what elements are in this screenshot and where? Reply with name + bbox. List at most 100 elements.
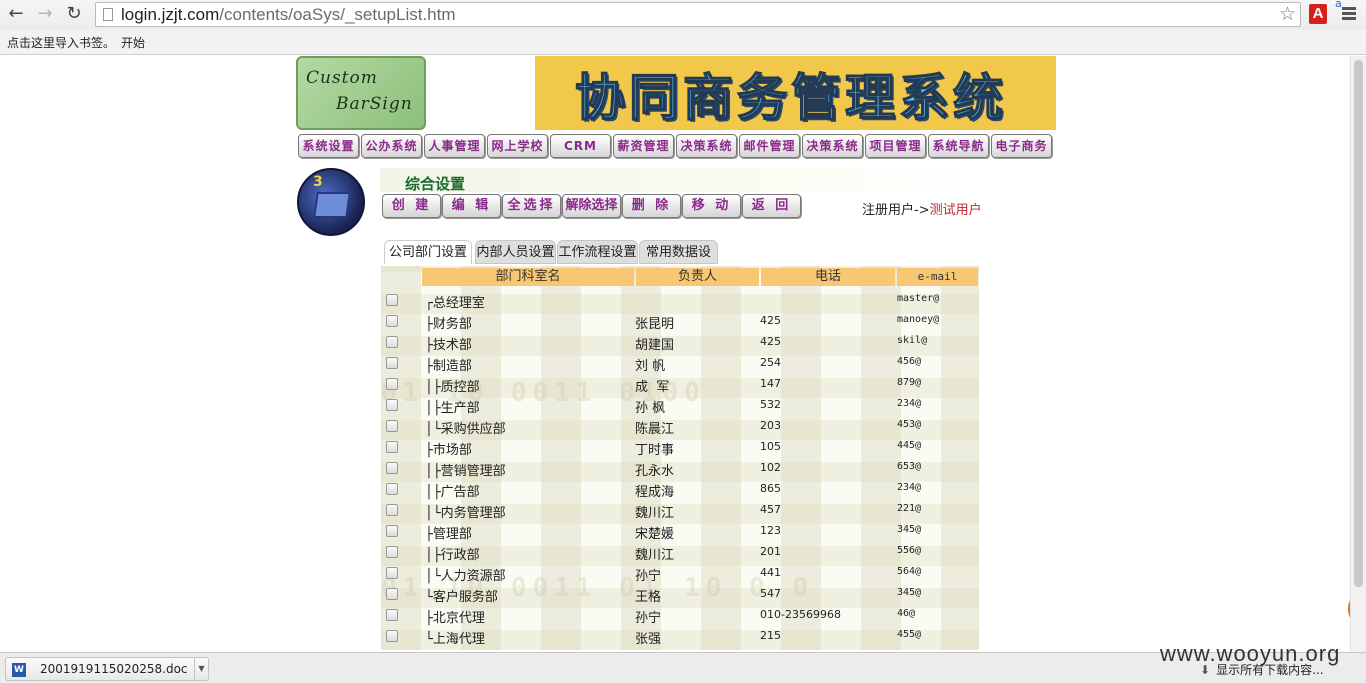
module-button[interactable]: 人事管理 bbox=[424, 134, 485, 158]
dept-name-cell[interactable]: └上海代理 bbox=[425, 628, 485, 647]
create-button[interactable]: 创 建 bbox=[382, 194, 441, 218]
row-checkbox[interactable] bbox=[386, 609, 398, 621]
dept-name-cell[interactable]: │├营销管理部 bbox=[425, 460, 506, 479]
forward-arrow-icon[interactable]: → bbox=[34, 3, 56, 25]
tab-staff[interactable]: 内部人员设置 bbox=[475, 240, 556, 264]
dept-name-cell[interactable]: ├财务部 bbox=[425, 313, 472, 332]
department-table: 01 10 0011 0100 01 10 0011 01 10 0 0 部门科… bbox=[381, 266, 979, 650]
phone-cell: 547 bbox=[760, 587, 781, 600]
row-checkbox[interactable] bbox=[386, 315, 398, 327]
module-button[interactable]: 决策系统 bbox=[802, 134, 863, 158]
current-user: 注册用户->测试用户 bbox=[862, 199, 982, 218]
import-bookmarks-link[interactable]: 点击这里导入书签。 bbox=[7, 34, 115, 51]
back-arrow-icon[interactable]: ← bbox=[5, 3, 27, 25]
dept-name-cell[interactable]: │└内务管理部 bbox=[425, 502, 506, 521]
tab-common-data[interactable]: 常用数据设置 bbox=[639, 240, 718, 284]
module-button[interactable]: 网上学校 bbox=[487, 134, 548, 158]
row-checkbox[interactable] bbox=[386, 630, 398, 642]
owner-cell: 孙宁 bbox=[635, 569, 662, 584]
row-checkbox[interactable] bbox=[386, 483, 398, 495]
email-cell: 455@ bbox=[897, 629, 922, 640]
start-link[interactable]: 开始 bbox=[121, 34, 145, 51]
table-row: ├市场部 丁时事 105 445@ bbox=[381, 437, 979, 458]
extension-sub-icon[interactable]: a bbox=[1335, 0, 1342, 10]
phone-cell: 147 bbox=[760, 377, 781, 390]
column-header-email[interactable]: e-mail bbox=[897, 268, 978, 286]
owner-cell: 程成海 bbox=[635, 485, 675, 500]
row-checkbox[interactable] bbox=[386, 399, 398, 411]
move-button[interactable]: 移 动 bbox=[682, 194, 741, 218]
menu-icon[interactable] bbox=[1342, 7, 1356, 22]
row-checkbox[interactable] bbox=[386, 588, 398, 600]
table-row: │└人力资源部 孙宁 441 564@ bbox=[381, 563, 979, 584]
address-bar[interactable]: login.jzjt.com/contents/oaSys/_setupList… bbox=[95, 2, 1301, 27]
user-name[interactable]: 测试用户 bbox=[930, 203, 982, 218]
owner-cell: 陈晨江 bbox=[635, 422, 675, 437]
download-item[interactable]: W 2001919115020258.doc ▼ bbox=[5, 657, 209, 681]
row-checkbox[interactable] bbox=[386, 378, 398, 390]
chevron-down-icon[interactable]: ▼ bbox=[194, 658, 208, 680]
show-all-downloads-link[interactable]: ⬇ 显示所有下载内容... bbox=[1200, 661, 1324, 678]
column-header-owner[interactable]: 负责人 bbox=[636, 268, 759, 286]
column-header-phone[interactable]: 电话 bbox=[761, 268, 895, 286]
monitor-icon bbox=[313, 192, 351, 218]
dept-name-cell[interactable]: ├市场部 bbox=[425, 439, 472, 458]
acrobat-extension-icon[interactable]: A bbox=[1309, 4, 1327, 24]
row-checkbox[interactable] bbox=[386, 525, 398, 537]
module-button[interactable]: 系统设置 bbox=[298, 134, 359, 158]
row-checkbox[interactable] bbox=[386, 336, 398, 348]
dept-name-cell[interactable]: │├生产部 bbox=[425, 397, 480, 416]
reload-icon[interactable]: ↻ bbox=[63, 3, 85, 25]
scrollbar-thumb[interactable] bbox=[1354, 60, 1363, 587]
dept-name-cell[interactable]: ├管理部 bbox=[425, 523, 472, 542]
url-text: login.jzjt.com/contents/oaSys/_setupList… bbox=[121, 5, 456, 25]
row-checkbox[interactable] bbox=[386, 546, 398, 558]
dept-name-cell[interactable]: │├广告部 bbox=[425, 481, 480, 500]
bookmark-star-icon[interactable]: ☆ bbox=[1279, 3, 1296, 25]
module-button[interactable]: CRM bbox=[550, 134, 611, 158]
dept-name-cell[interactable]: └客户服务部 bbox=[425, 586, 498, 605]
dept-name-cell[interactable]: │├行政部 bbox=[425, 544, 480, 563]
dept-name-cell[interactable]: │└人力资源部 bbox=[425, 565, 506, 584]
edit-button[interactable]: 编 辑 bbox=[442, 194, 501, 218]
email-cell: 653@ bbox=[897, 461, 922, 472]
module-button[interactable]: 邮件管理 bbox=[739, 134, 800, 158]
dept-name-cell[interactable]: │└采购供应部 bbox=[425, 418, 506, 437]
banner-title: 协同商务管理系统 bbox=[574, 68, 1007, 128]
row-checkbox[interactable] bbox=[386, 441, 398, 453]
vertical-scrollbar[interactable] bbox=[1350, 56, 1366, 652]
dept-name-cell[interactable]: ├制造部 bbox=[425, 355, 472, 374]
module-button[interactable]: 系统导航 bbox=[928, 134, 989, 158]
owner-cell: 丁时事 bbox=[635, 443, 675, 458]
dept-name-cell[interactable]: ├北京代理 bbox=[425, 607, 485, 626]
module-button[interactable]: 项目管理 bbox=[865, 134, 926, 158]
dept-name-cell[interactable]: ┌总经理室 bbox=[425, 292, 485, 311]
row-checkbox[interactable] bbox=[386, 294, 398, 306]
row-checkbox[interactable] bbox=[386, 462, 398, 474]
tab-department[interactable]: 公司部门设置 bbox=[384, 240, 472, 264]
email-cell: 345@ bbox=[897, 587, 922, 598]
word-doc-icon: W bbox=[12, 663, 26, 677]
bookmarks-bar: 点击这里导入书签。 开始 bbox=[0, 30, 1366, 55]
row-checkbox[interactable] bbox=[386, 504, 398, 516]
email-cell: 345@ bbox=[897, 524, 922, 535]
email-cell: 234@ bbox=[897, 482, 922, 493]
back-button[interactable]: 返 回 bbox=[742, 194, 801, 218]
module-button[interactable]: 电子商务 bbox=[991, 134, 1052, 158]
row-checkbox[interactable] bbox=[386, 357, 398, 369]
table-row: ├制造部 刘 帆 254 456@ bbox=[381, 353, 979, 374]
module-button[interactable]: 薪资管理 bbox=[613, 134, 674, 158]
select-all-button[interactable]: 全选择 bbox=[502, 194, 561, 218]
row-checkbox[interactable] bbox=[386, 420, 398, 432]
delete-button[interactable]: 删 除 bbox=[622, 194, 681, 218]
phone-cell: 201 bbox=[760, 545, 781, 558]
tab-workflow[interactable]: 工作流程设置 bbox=[557, 240, 638, 264]
row-checkbox[interactable] bbox=[386, 567, 398, 579]
column-header-dept[interactable]: 部门科室名 bbox=[422, 268, 634, 286]
deselect-button[interactable]: 解除选择 bbox=[562, 194, 621, 218]
dept-name-cell[interactable]: ├技术部 bbox=[425, 334, 472, 353]
dept-name-cell[interactable]: │├质控部 bbox=[425, 376, 480, 395]
module-button[interactable]: 决策系统 bbox=[676, 134, 737, 158]
module-button[interactable]: 公办系统 bbox=[361, 134, 422, 158]
table-row: │└采购供应部 陈晨江 203 453@ bbox=[381, 416, 979, 437]
